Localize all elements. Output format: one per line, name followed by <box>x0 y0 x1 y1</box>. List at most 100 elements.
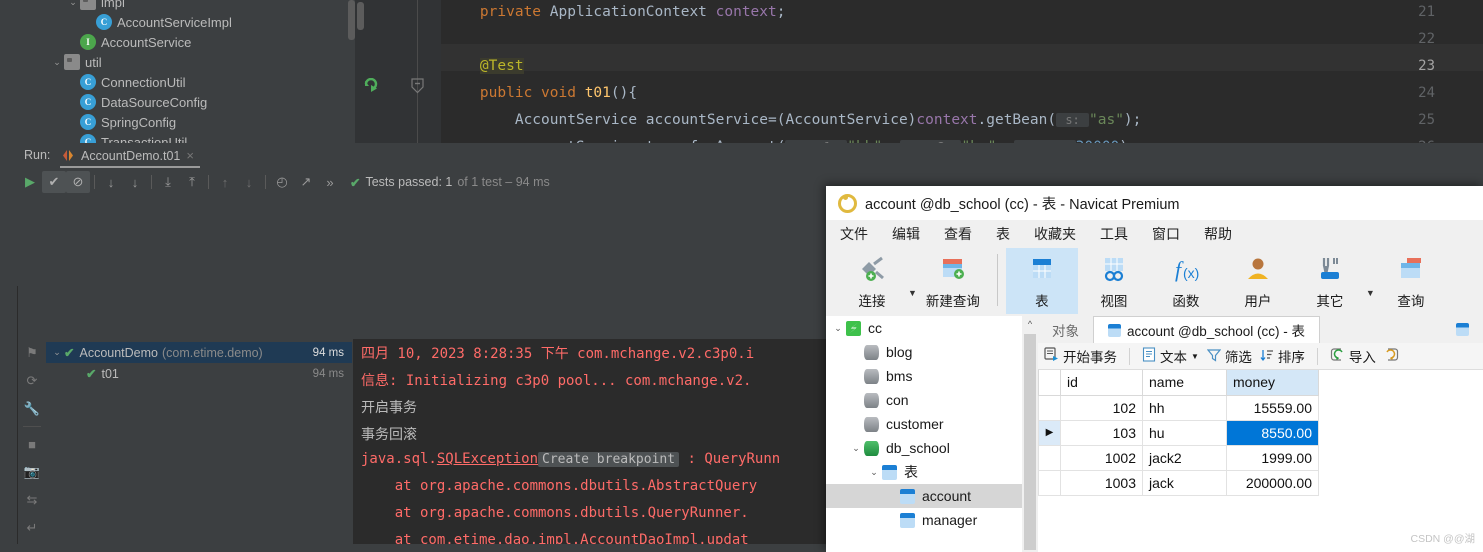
sort-button[interactable]: 排序 <box>1260 346 1305 366</box>
menu-item-编辑[interactable]: 编辑 <box>892 224 920 244</box>
project-tree-item[interactable]: DataSourceConfig <box>18 92 355 112</box>
project-tree[interactable]: ⌄ impl AccountServiceImpl AccountService ⌄ ut… <box>18 0 355 143</box>
run-tab-accountdemo[interactable]: AccountDemo.t01 × <box>60 145 200 168</box>
table-row[interactable]: ▶ 103 hu 8550.00 <box>1038 419 1319 446</box>
navicat-tree-scrollbar[interactable]: ^ <box>1022 316 1038 552</box>
exception-type-link[interactable]: SQLException <box>437 451 538 467</box>
text-button[interactable]: 文本 ▼ <box>1142 346 1199 366</box>
tree-expand-arrow[interactable]: ⌄ <box>866 467 882 478</box>
menu-item-收藏夹[interactable]: 收藏夹 <box>1034 224 1076 244</box>
sort-by-duration-button[interactable]: ↓ <box>123 171 147 193</box>
rerun-button[interactable]: ▶ <box>18 171 42 193</box>
tree-expand-arrow[interactable]: ⌄ <box>848 443 864 454</box>
export-button[interactable] <box>1384 347 1399 365</box>
run-test-gutter-icon[interactable] <box>363 78 380 95</box>
new-query-button[interactable]: 新建查询 <box>917 248 989 314</box>
objects-tab[interactable]: 对象 <box>1038 316 1093 343</box>
view-button[interactable]: 视图 <box>1078 248 1150 314</box>
table-row[interactable]: 1003 jack 200000.00 <box>1038 469 1319 496</box>
test-tree-row[interactable]: ⌄ ✔ AccountDemo (com.etime.demo) 94 ms <box>46 342 352 363</box>
menu-item-窗口[interactable]: 窗口 <box>1152 224 1180 244</box>
row-marker[interactable] <box>1038 394 1061 421</box>
begin-transaction-button[interactable]: 开始事务 <box>1044 346 1117 366</box>
cell-id[interactable]: 103 <box>1060 419 1143 446</box>
navicat-data-grid[interactable]: id name money 102 hh 15559.00 ▶ 103 hu 8550.00 10… <box>1038 370 1483 552</box>
filter-button[interactable]: 筛选 <box>1206 346 1252 366</box>
chevron-down-icon[interactable]: ▼ <box>1366 288 1375 298</box>
row-marker[interactable] <box>1038 469 1061 496</box>
menu-item-帮助[interactable]: 帮助 <box>1204 224 1232 244</box>
code-fold-icon[interactable] <box>410 78 425 94</box>
next-failed-button[interactable]: ↓ <box>237 171 261 193</box>
cell-id[interactable]: 102 <box>1060 394 1143 421</box>
sort-alphabetically-button[interactable]: ↓ <box>99 171 123 193</box>
tree-expand-arrow[interactable]: ⌄ <box>66 0 80 8</box>
cell-money[interactable]: 1999.00 <box>1226 444 1319 471</box>
navicat-tree-item[interactable]: blog <box>826 340 1038 364</box>
import-button[interactable]: 导入 <box>1330 346 1376 366</box>
navicat-tree-item[interactable]: ⌄ cc <box>826 316 1038 340</box>
cell-name[interactable]: hu <box>1142 419 1227 446</box>
other-button[interactable]: 其它 <box>1294 248 1366 314</box>
create-breakpoint-chip[interactable]: Create breakpoint <box>538 452 680 467</box>
row-marker[interactable]: ▶ <box>1038 419 1061 446</box>
cell-money[interactable]: 15559.00 <box>1226 394 1319 421</box>
tree-expand-arrow[interactable]: ⌄ <box>830 323 846 334</box>
project-tree-item[interactable]: ConnectionUtil <box>18 72 355 92</box>
project-tree-item[interactable]: AccountServiceImpl <box>18 12 355 32</box>
chevron-down-icon[interactable]: ▼ <box>908 288 917 298</box>
table-tab-overflow[interactable] <box>1442 316 1483 343</box>
data-table[interactable]: id name money 102 hh 15559.00 ▶ 103 hu 8550.00 10… <box>1038 370 1319 496</box>
cell-money[interactable]: 200000.00 <box>1226 469 1319 496</box>
menu-item-表[interactable]: 表 <box>996 224 1010 244</box>
restore-layout-icon[interactable]: ⟳ <box>18 367 46 395</box>
test-tree-row[interactable]: ✔ t01 94 ms <box>46 363 352 384</box>
show-passed-toggle[interactable]: ✔ <box>42 171 66 193</box>
chevron-down-icon[interactable]: ▼ <box>1191 352 1199 361</box>
scroll-up-icon[interactable]: ^ <box>1022 316 1038 332</box>
show-ignored-toggle[interactable]: ⊘ <box>66 171 90 193</box>
navicat-tree-item[interactable]: ⌄ db_school <box>826 436 1038 460</box>
column-header-money[interactable]: money <box>1226 370 1319 396</box>
navicat-tree-item[interactable]: con <box>826 388 1038 412</box>
stop-icon[interactable]: ■ <box>18 430 46 458</box>
navicat-tree-item[interactable]: manager <box>826 508 1038 532</box>
column-header-id[interactable]: id <box>1060 370 1143 396</box>
cell-name[interactable]: jack2 <box>1142 444 1227 471</box>
scroll-to-end-icon[interactable]: ↵ <box>18 514 46 542</box>
cell-id[interactable]: 1002 <box>1060 444 1143 471</box>
navicat-tree-item[interactable]: bms <box>826 364 1038 388</box>
cell-money[interactable]: 8550.00 <box>1226 419 1319 446</box>
screenshot-icon[interactable]: 📷 <box>18 458 46 486</box>
project-tree-item[interactable]: AccountService <box>18 32 355 52</box>
test-expand-arrow[interactable]: ⌄ <box>50 347 64 358</box>
function-button[interactable]: f (x) 函数 <box>1150 248 1222 314</box>
table-button[interactable]: 表 <box>1005 248 1078 314</box>
navicat-tree-item[interactable]: customer <box>826 412 1038 436</box>
tree-expand-arrow[interactable]: ⌄ <box>50 57 64 68</box>
cell-id[interactable]: 1003 <box>1060 469 1143 496</box>
scrollbar-thumb[interactable] <box>1024 334 1036 550</box>
user-button[interactable]: 用户 <box>1222 248 1294 314</box>
menu-item-查看[interactable]: 查看 <box>944 224 972 244</box>
expand-all-button[interactable]: ⤓ <box>156 171 180 193</box>
collapse-all-button[interactable]: ⤒ <box>180 171 204 193</box>
query-button[interactable]: 查询 <box>1375 248 1447 314</box>
menu-item-文件[interactable]: 文件 <box>840 224 868 244</box>
table-row[interactable]: 102 hh 15559.00 <box>1038 394 1319 421</box>
navicat-tree-item[interactable]: account <box>826 484 1038 508</box>
code-editor[interactable]: 212223242526 private ApplicationContext … <box>355 0 1483 143</box>
project-tree-item[interactable]: TransactionUtil <box>18 132 355 143</box>
table-row[interactable]: 1002 jack2 1999.00 <box>1038 444 1319 471</box>
navicat-window[interactable]: account @db_school (cc) - 表 - Navicat Pr… <box>826 186 1483 552</box>
column-header-name[interactable]: name <box>1142 370 1227 396</box>
run-tab-close-icon[interactable]: × <box>186 148 194 163</box>
debugger-frames-icon[interactable]: ⚑ <box>18 339 46 367</box>
menu-item-工具[interactable]: 工具 <box>1100 224 1128 244</box>
export-results-button[interactable]: ↗ <box>294 171 318 193</box>
editor-scrollbar[interactable] <box>357 2 364 30</box>
project-tree-scrollbar[interactable] <box>348 0 355 40</box>
project-tree-item[interactable]: SpringConfig <box>18 112 355 132</box>
table-data-tab[interactable]: account @db_school (cc) - 表 <box>1093 316 1321 343</box>
toggle-soft-wrap-icon[interactable]: ⇆ <box>18 486 46 514</box>
